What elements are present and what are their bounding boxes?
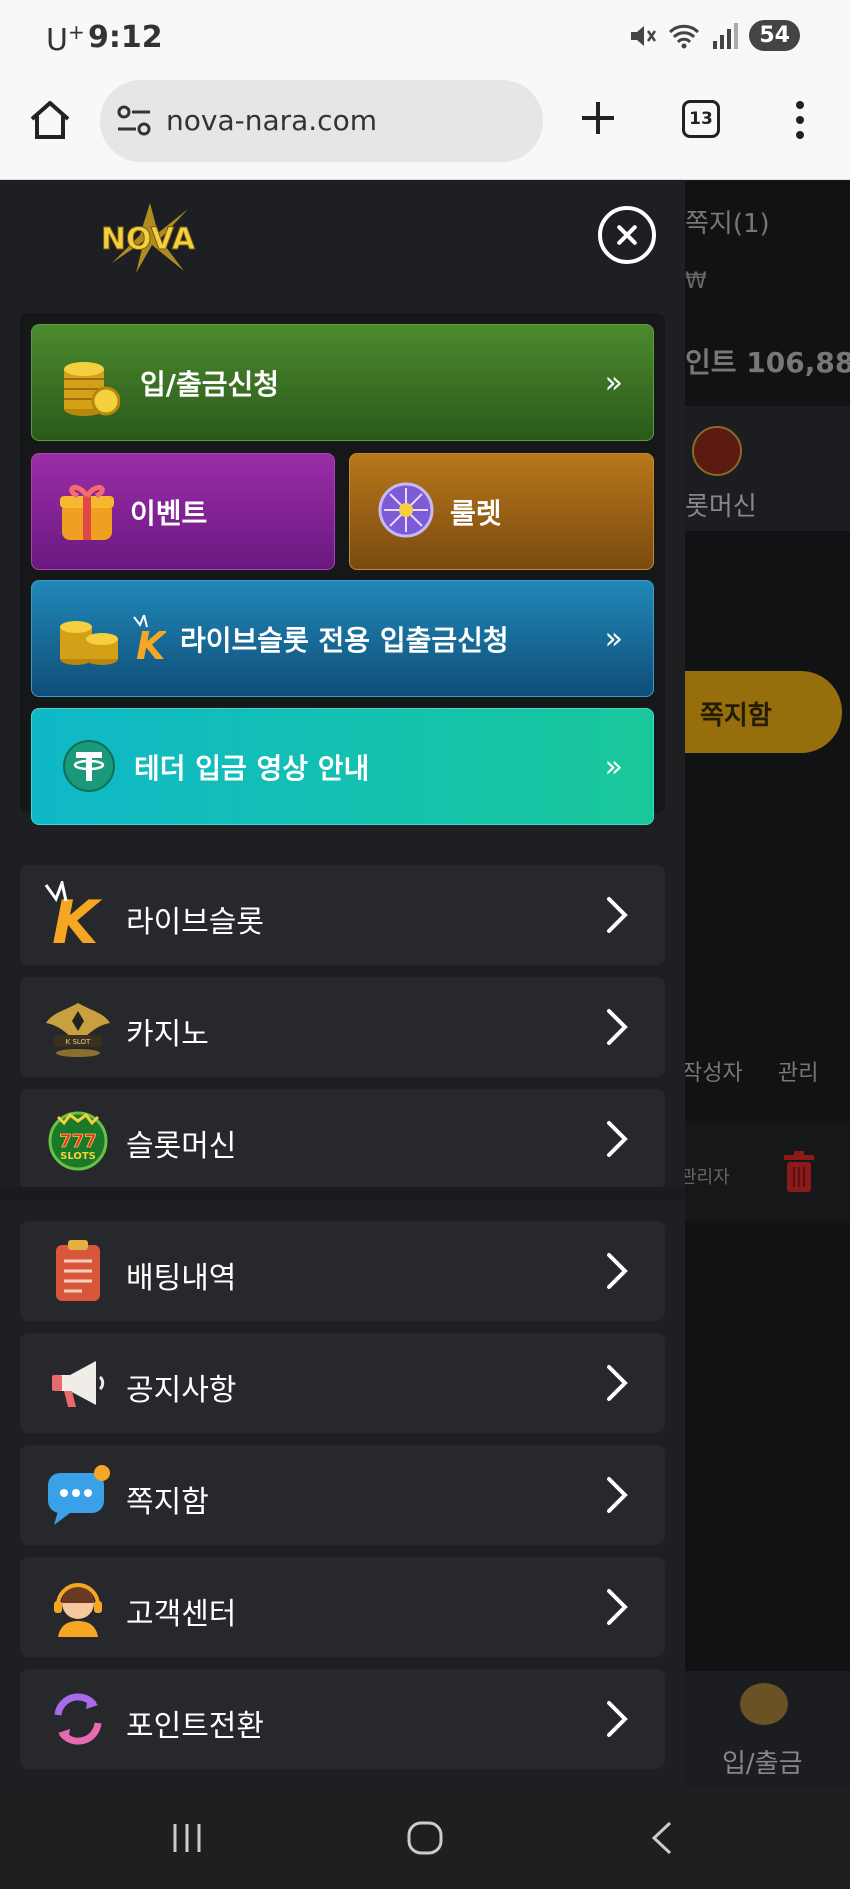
menu-item-label: 카지노	[126, 1017, 209, 1052]
logo-text: NOVA	[101, 222, 196, 257]
tether-coin-icon	[63, 740, 115, 792]
double-chevron-icon: »	[604, 365, 623, 400]
coins-icon	[740, 1683, 788, 1725]
chevron-right-icon	[607, 1701, 628, 1737]
signal-icon	[713, 22, 739, 49]
side-drawer: NOVA 입/출금신청 » 이벤트 룰렛 K 라이브슬롯 전용 입출금신청 » …	[0, 181, 685, 1788]
menu-item-label: 쪽지함	[126, 1485, 209, 1520]
clock: 9:12	[88, 20, 163, 55]
slot-emblem-slots: SLOTS	[60, 1151, 96, 1162]
site-settings-icon[interactable]	[116, 104, 152, 138]
menu-item-message-box[interactable]: 쪽지함	[20, 1445, 665, 1545]
chevron-right-icon	[607, 1477, 628, 1513]
menu-item-live-slot[interactable]: K 라이브슬롯	[20, 865, 665, 965]
chevron-right-icon	[607, 1009, 628, 1045]
chevron-right-icon	[607, 1253, 628, 1289]
event-label: 이벤트	[130, 497, 208, 530]
chat-bubble-icon	[48, 1465, 110, 1525]
chevron-right-icon	[607, 1365, 628, 1401]
wifi-icon	[669, 24, 700, 48]
slot-shortcut-label: 롯머신	[685, 492, 757, 522]
tether-guide-label: 테더 입금 영상 안내	[134, 752, 370, 785]
currency-label: ₩	[685, 269, 707, 294]
carrier-label: U+	[46, 20, 85, 58]
live-slot-deposit-label: 라이브슬롯 전용 입출금신청	[180, 624, 509, 657]
roulette-wheel-icon	[378, 482, 434, 538]
home-nav-icon[interactable]	[406, 1820, 444, 1856]
menu-item-label: 배팅내역	[126, 1261, 237, 1296]
tether-guide-button[interactable]: 테더 입금 영상 안내 »	[31, 708, 654, 825]
bottom-nav-deposit-label: 입/출금	[722, 1749, 803, 1779]
slot-icon	[692, 426, 742, 476]
menu-item-customer-center[interactable]: 고객센터	[20, 1557, 665, 1657]
messages-count-label[interactable]: 쪽지(1)	[685, 203, 770, 240]
points-label: 인트 106,885	[685, 346, 850, 379]
roulette-label: 룰렛	[450, 497, 502, 530]
recent-apps-icon[interactable]	[170, 1820, 204, 1856]
menu-item-label: 포인트전환	[126, 1709, 264, 1744]
menu-item-point-conversion[interactable]: 포인트전환	[20, 1669, 665, 1769]
menu-item-label: 공지사항	[126, 1373, 237, 1408]
tab-switcher-button[interactable]: 13	[682, 100, 720, 138]
menu-item-label: 고객센터	[126, 1597, 237, 1632]
home-icon[interactable]	[28, 98, 72, 142]
event-button[interactable]: 이벤트	[31, 453, 335, 570]
back-icon[interactable]	[648, 1820, 676, 1856]
roulette-button[interactable]: 룰렛	[349, 453, 654, 570]
close-drawer-button[interactable]	[598, 206, 656, 264]
clipboard-icon	[56, 1240, 100, 1301]
menu-item-label: 슬롯머신	[126, 1129, 237, 1164]
refresh-icon	[54, 1693, 102, 1745]
double-chevron-icon: »	[604, 621, 623, 656]
k-badge-small: K	[136, 624, 166, 663]
nova-logo[interactable]: NOVA	[88, 203, 208, 273]
megaphone-icon	[52, 1361, 105, 1407]
live-slot-deposit-button[interactable]: K 라이브슬롯 전용 입출금신청 »	[31, 580, 654, 697]
author-cell: 관리자	[680, 1167, 730, 1188]
k-badge: K	[52, 888, 103, 949]
address-bar[interactable]: nova-nara.com	[100, 80, 543, 162]
chevron-right-icon	[607, 1121, 628, 1157]
casino-emblem-text: K SLOT	[66, 1038, 91, 1046]
menu-divider	[0, 1187, 685, 1201]
menu-item-betting-history[interactable]: 배팅내역	[20, 1221, 665, 1321]
double-chevron-icon: »	[604, 749, 623, 784]
menu-item-notices[interactable]: 공지사항	[20, 1333, 665, 1433]
slot-emblem-777: 777	[59, 1131, 97, 1152]
mute-icon	[631, 25, 657, 46]
url-text: nova-nara.com	[166, 104, 377, 137]
menu-item-slot-machine[interactable]: 777 SLOTS 슬롯머신	[20, 1089, 665, 1189]
support-agent-icon	[54, 1583, 102, 1637]
coins-stack-icon	[60, 621, 118, 665]
gold-coins-icon	[64, 362, 120, 416]
menu-item-label: 라이브슬롯	[126, 905, 264, 940]
battery-badge: 54	[749, 20, 800, 51]
browser-toolbar: nova-nara.com 13	[0, 78, 850, 180]
k-logo-icon: K	[44, 881, 103, 949]
k-logo-small-icon: K	[133, 615, 166, 663]
new-tab-icon[interactable]	[576, 96, 620, 140]
menu-item-casino[interactable]: K SLOT 카지노	[20, 977, 665, 1077]
chevron-right-icon	[607, 1589, 628, 1625]
status-icons: 54	[627, 20, 800, 51]
more-options-icon[interactable]	[792, 100, 808, 140]
deposit-withdraw-button[interactable]: 입/출금신청 »	[31, 324, 654, 441]
deposit-withdraw-label: 입/출금신청	[140, 368, 280, 401]
gift-icon	[60, 484, 114, 540]
slot-777-icon: 777 SLOTS	[48, 1111, 108, 1171]
trash-icon[interactable]	[782, 1151, 816, 1193]
column-manage: 관리	[778, 1061, 819, 1086]
status-bar: U+ 9:12 54	[0, 0, 850, 78]
chevron-right-icon	[607, 897, 628, 933]
casino-emblem-icon: K SLOT	[46, 1003, 110, 1057]
system-nav-bar	[0, 1788, 850, 1889]
column-author: 작성자	[682, 1061, 743, 1086]
